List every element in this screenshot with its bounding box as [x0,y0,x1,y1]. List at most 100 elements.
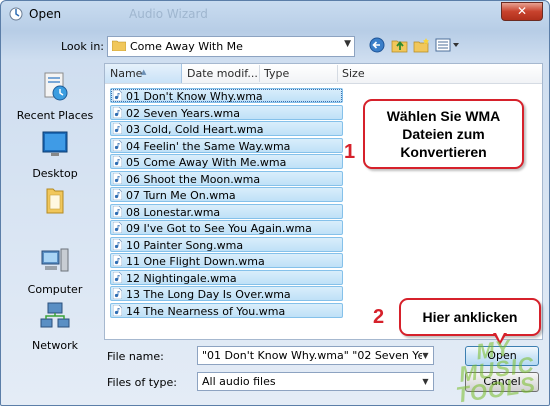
wma-file-icon [113,205,122,217]
close-icon: ✕ [516,4,528,18]
wma-file-icon [113,238,122,250]
folder-icon [112,40,126,51]
file-row[interactable]: 01 Don't Know Why.wma [110,88,343,103]
column-header-row: Name ▲ Date modif... Type Size [105,64,542,84]
file-name: 09 I've Got to See You Again.wma [126,222,312,235]
file-name: 05 Come Away With Me.wma [126,156,287,169]
filetype-select[interactable]: All audio files ▼ [197,372,434,391]
window-title-ghost: Audio Wizard [129,7,208,21]
instruction-callout-1: Wählen Sie WMA Dateien zum Konvertieren [363,99,524,169]
file-row[interactable]: 14 The Nearness of You.wma [110,302,343,318]
wma-file-icon [113,90,122,101]
column-header-name[interactable]: Name ▲ [105,64,182,83]
open-button[interactable]: Open [465,346,539,366]
views-menu-icon[interactable] [435,37,461,53]
file-row[interactable]: 11 One Flight Down.wma [110,253,343,268]
file-row[interactable]: 10 Painter Song.wma [110,236,343,252]
place-label: Network [32,339,78,352]
column-header-size[interactable]: Size [342,67,365,80]
place-label: Computer [27,283,83,296]
place-computer[interactable]: Computer [9,245,101,296]
open-dialog: Open Audio Wizard ✕ Look in: Come Away W… [0,0,550,406]
place-recent-places[interactable]: Recent Places [9,71,101,122]
wma-file-icon [113,255,122,266]
close-button[interactable]: ✕ [501,2,543,21]
column-separator[interactable] [337,65,338,82]
place-desktop[interactable]: Desktop [9,129,101,180]
file-row[interactable]: 12 Nightingale.wma [110,269,343,285]
open-button-label: Open [487,349,517,362]
wma-file-icon [113,271,122,283]
file-row[interactable]: 04 Feelin' the Same Way.wma [110,137,343,153]
watermark-logo: MY MUSIC TOOLS [427,333,549,405]
wma-file-icon [113,189,122,200]
desktop-icon [42,131,68,156]
cancel-button-label: Cancel [483,375,521,388]
filetype-label: Files of type: [107,376,178,389]
filename-value: "01 Don't Know Why.wma" "02 Seven Years.… [202,349,422,362]
place-label: Desktop [32,167,78,180]
step-2-number: 2 [373,306,385,328]
new-folder-icon[interactable] [413,37,431,53]
wma-file-icon [113,139,122,151]
wma-file-icon [113,304,122,316]
recent-places-icon [44,72,68,101]
window-title: Open [29,7,62,21]
column-header-type[interactable]: Type [264,67,289,80]
places-bar: Recent Places Desktop Computer Network [9,65,101,365]
place-label: Recent Places [16,109,94,122]
filetype-value: All audio files [202,375,276,388]
lookin-label: Look in: [61,40,104,53]
lookin-value: Come Away With Me [130,40,243,53]
wma-file-icon [113,123,122,134]
file-row[interactable]: 08 Lonestar.wma [110,203,343,219]
callout-1-line: Wählen Sie WMA [386,108,501,124]
wma-file-icon [113,106,122,118]
file-name: 08 Lonestar.wma [126,205,221,219]
file-name: 10 Painter Song.wma [126,238,244,252]
column-name-label: Name [110,67,143,80]
file-row[interactable]: 05 Come Away With Me.wma [110,154,343,169]
sort-ascending-icon: ▲ [141,68,147,76]
place-user-folder[interactable] [9,185,101,223]
wma-file-icon [113,222,122,233]
filename-label: File name: [107,350,164,363]
file-row[interactable]: 03 Cold, Cold Heart.wma [110,121,343,136]
file-row[interactable]: 13 The Long Day Is Over.wma [110,286,343,301]
file-name: 01 Don't Know Why.wma [126,90,263,103]
file-name: 11 One Flight Down.wma [126,255,265,268]
file-name: 06 Shoot the Moon.wma [126,172,261,186]
callout-1-line: Dateien zum [402,126,485,142]
file-name: 03 Cold, Cold Heart.wma [126,123,264,136]
file-name: 13 The Long Day Is Over.wma [126,288,291,301]
file-row[interactable]: 07 Turn Me On.wma [110,187,343,202]
file-name: 04 Feelin' the Same Way.wma [126,139,291,153]
chevron-down-icon[interactable]: ▼ [419,348,432,363]
file-name: 14 The Nearness of You.wma [126,304,286,318]
file-row[interactable]: 09 I've Got to See You Again.wma [110,220,343,235]
wma-file-icon [113,156,122,167]
place-network[interactable]: Network [9,301,101,352]
cancel-button[interactable]: Cancel [465,372,539,392]
file-name: 02 Seven Years.wma [126,106,240,120]
column-header-date[interactable]: Date modif... [187,67,258,80]
file-name: 07 Turn Me On.wma [126,189,236,202]
callout-tail-inner [495,331,505,341]
user-folder-icon [46,188,64,214]
file-row[interactable]: 02 Seven Years.wma [110,104,343,120]
app-icon [9,7,23,21]
lookin-dropdown[interactable]: Come Away With Me ▼ [107,36,355,57]
back-icon[interactable] [369,37,387,53]
file-name: 12 Nightingale.wma [126,271,237,285]
step-1-number: 1 [344,141,356,163]
chevron-down-icon: ▼ [422,377,429,386]
computer-icon [41,248,69,272]
filename-input[interactable]: "01 Don't Know Why.wma" "02 Seven Years.… [197,346,434,365]
instruction-callout-2: Hier anklicken [399,298,541,345]
column-separator[interactable] [259,65,260,82]
wma-file-icon [113,172,122,184]
file-row[interactable]: 06 Shoot the Moon.wma [110,170,343,186]
up-folder-icon[interactable] [391,37,409,53]
callout-1-line: Konvertieren [400,144,487,160]
callout-2-text: Hier anklicken [422,309,518,325]
